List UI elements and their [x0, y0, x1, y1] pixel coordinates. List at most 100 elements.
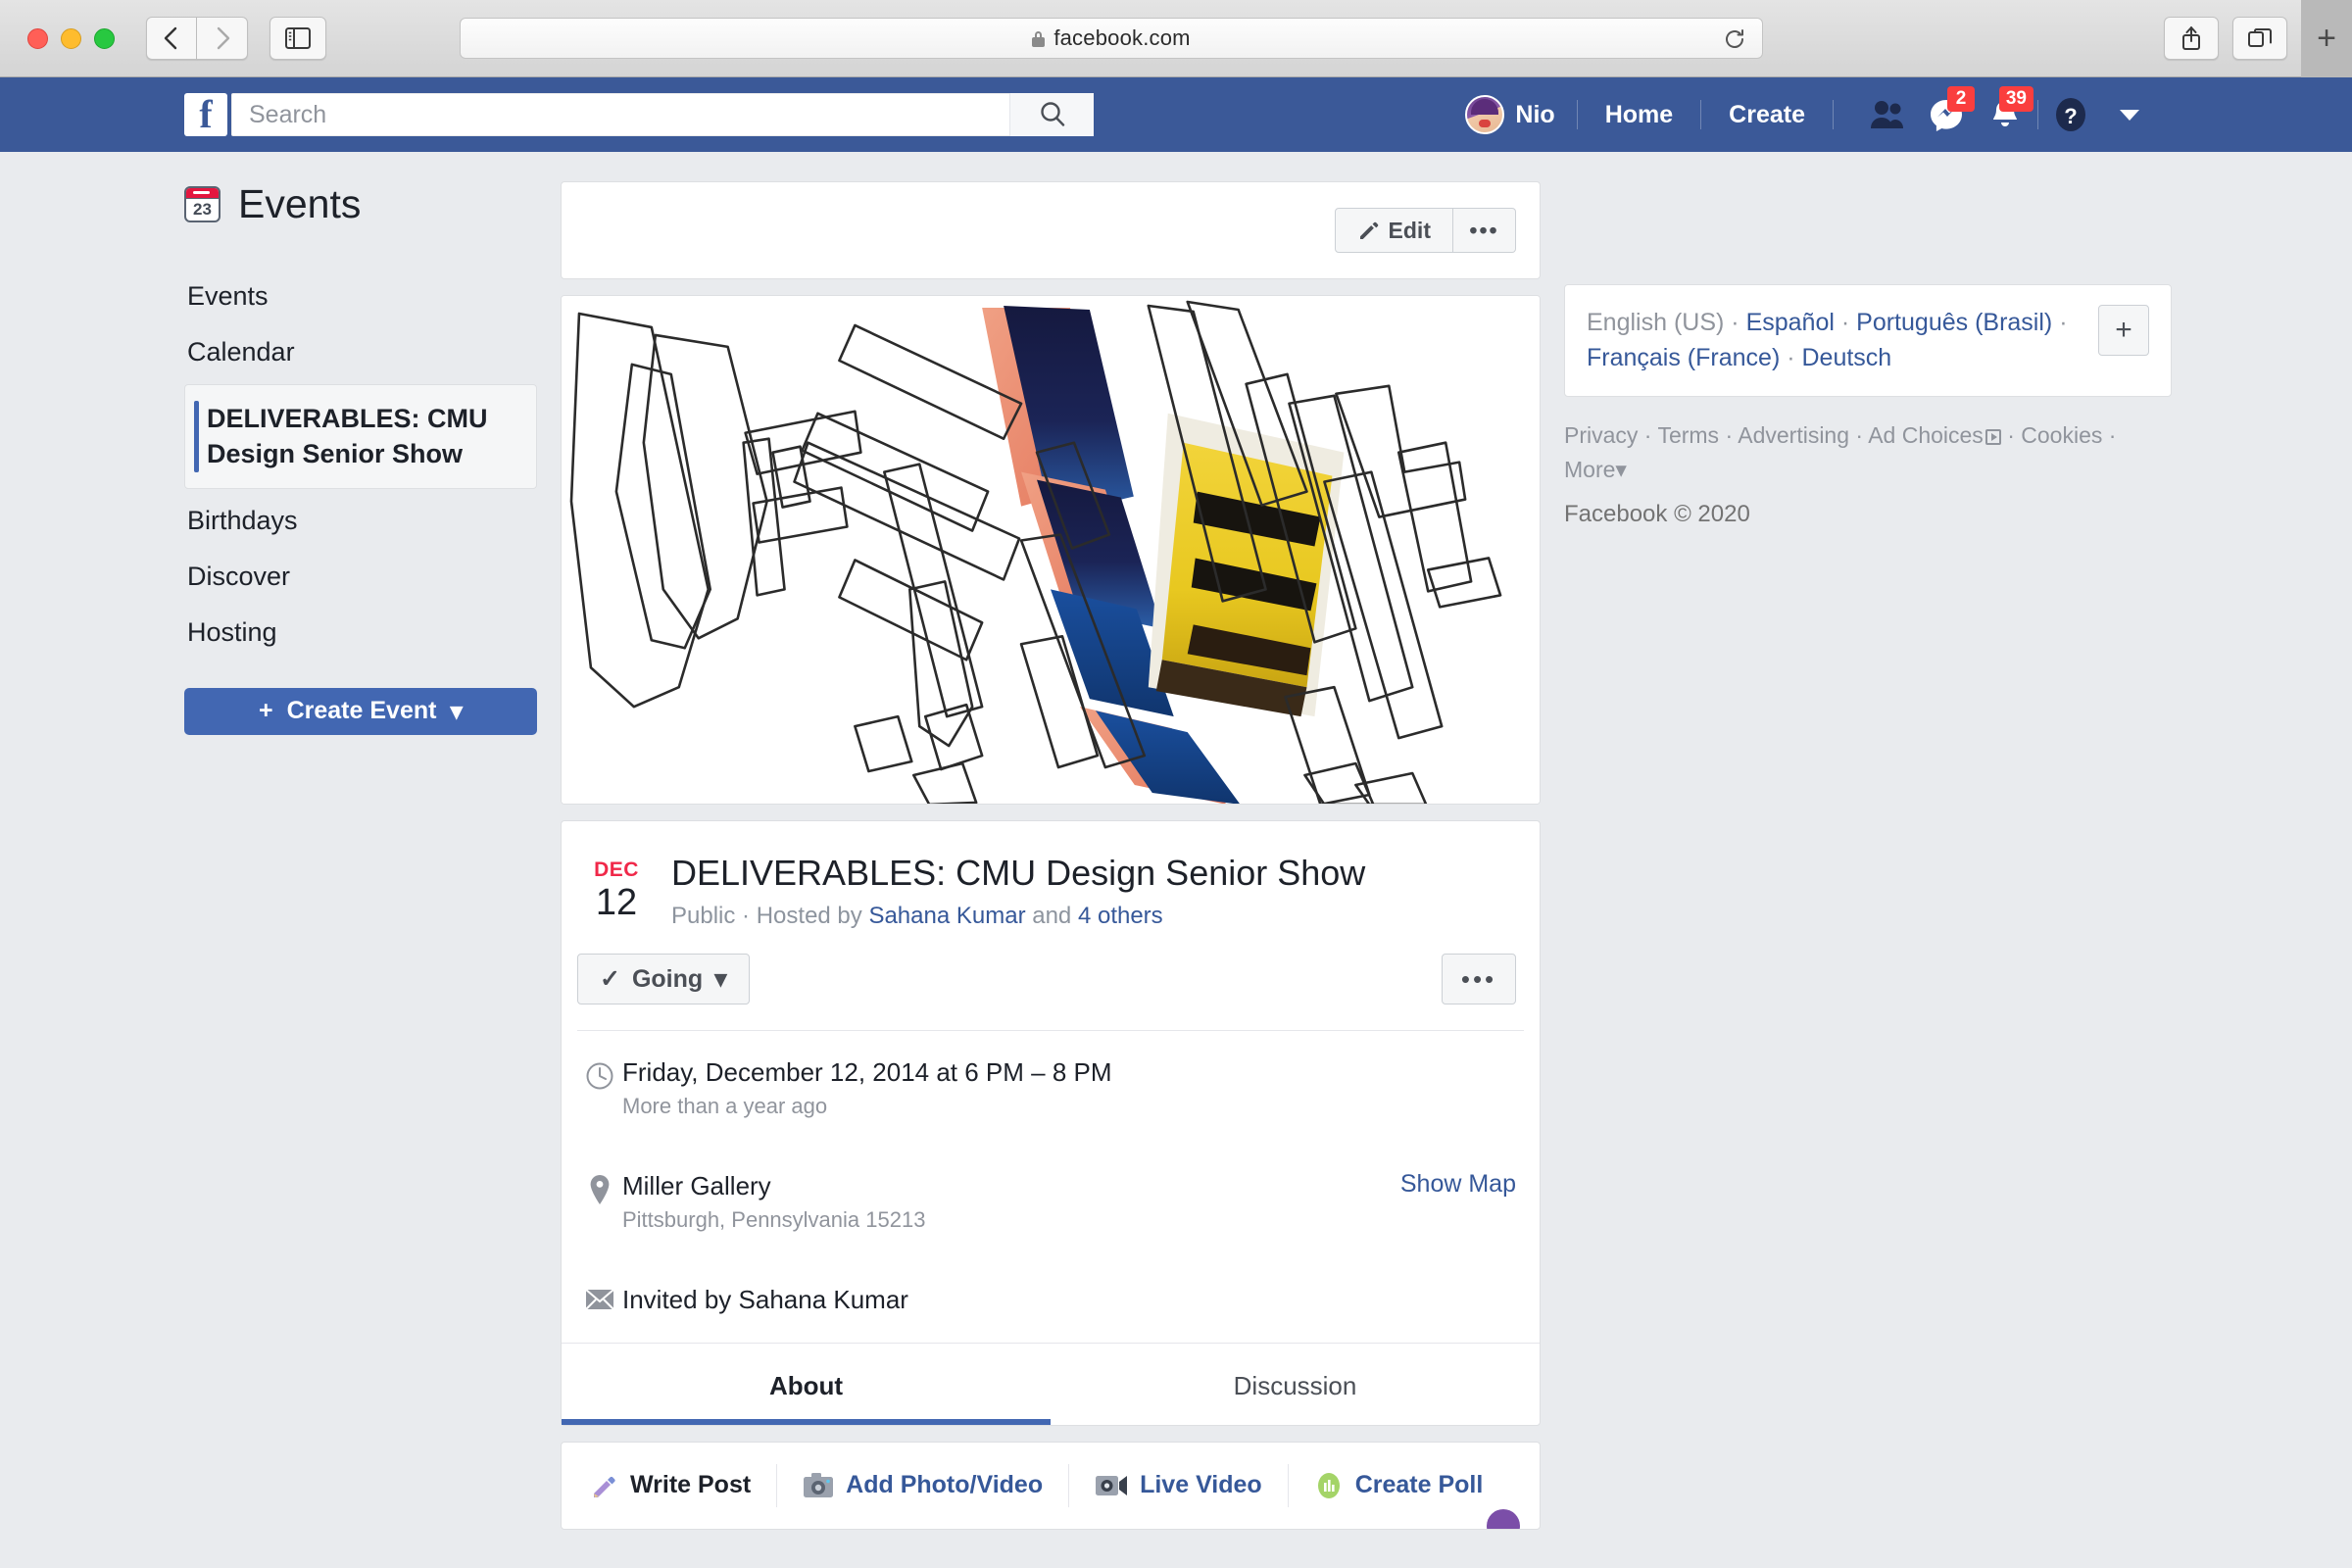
sidebar-item-birthdays[interactable]: Birthdays — [184, 493, 537, 549]
sidebar-item-current-event[interactable]: DELIVERABLES: CMU Design Senior Show — [184, 384, 537, 489]
tab-about[interactable]: About — [562, 1344, 1051, 1425]
calendar-icon: 23 — [184, 186, 220, 222]
new-tab-button[interactable]: + — [2301, 0, 2352, 77]
event-cover-card[interactable] — [561, 295, 1541, 805]
language-es[interactable]: Español — [1746, 309, 1835, 336]
maximize-window-button[interactable] — [94, 27, 115, 49]
live-video-button[interactable]: Live Video — [1069, 1471, 1288, 1499]
edit-button[interactable]: Edit — [1334, 208, 1453, 253]
friend-requests-icon — [1871, 101, 1903, 128]
composer-avatar — [1487, 1508, 1520, 1529]
footer-adchoices-link[interactable]: Ad Choices — [1868, 422, 1984, 448]
account-menu-button[interactable] — [2103, 90, 2156, 139]
window-traffic-lights — [27, 27, 115, 49]
create-event-button[interactable]: + Create Event ▾ — [184, 687, 537, 735]
pencil-icon — [1359, 221, 1378, 239]
event-cover-image — [562, 296, 1540, 804]
language-current: English (US) — [1587, 309, 1725, 336]
sidebar-toggle-button[interactable] — [270, 17, 326, 60]
browser-chrome: facebook.com + — [0, 0, 2352, 77]
navigation-buttons — [146, 17, 248, 60]
minimize-window-button[interactable] — [61, 27, 81, 49]
event-actions-card: Edit ••• — [561, 181, 1541, 279]
event-subtitle: Public · Hosted by Sahana Kumar and 4 ot… — [671, 903, 1163, 930]
rsvp-row: ✓ Going ▾ ••• — [562, 930, 1540, 1030]
search-submit-button[interactable] — [1009, 93, 1094, 136]
language-de[interactable]: Deutsch — [1802, 344, 1892, 371]
event-main-column: Edit ••• DEC 12 DELIVERABLES: CMU Design… — [561, 181, 1541, 1530]
url-text: facebook.com — [1054, 25, 1191, 50]
event-other-hosts-link[interactable]: 4 others — [1078, 903, 1163, 929]
event-title-block: DELIVERABLES: CMU Design Senior Show Pub… — [671, 853, 1365, 930]
check-icon: ✓ — [600, 965, 620, 994]
rsvp-going-button[interactable]: ✓ Going ▾ — [577, 954, 750, 1005]
nav-home-link[interactable]: Home — [1578, 101, 1700, 129]
footer-terms-link[interactable]: Terms — [1657, 422, 1719, 448]
address-bar[interactable]: facebook.com — [460, 18, 1763, 59]
navbar-right: Nio Home Create 2 39 ? — [1465, 86, 2156, 139]
tab-discussion[interactable]: Discussion — [1051, 1344, 1540, 1425]
envelope-icon-wrap — [577, 1284, 622, 1311]
sidebar-item-events[interactable]: Events — [184, 269, 537, 324]
hosted-by-label: Hosted by — [756, 903, 862, 930]
chevron-down-icon: ▾ — [714, 965, 727, 994]
camera-icon — [804, 1472, 834, 1497]
video-camera-icon — [1096, 1475, 1128, 1495]
back-button[interactable] — [146, 17, 197, 60]
event-options-button[interactable]: ••• — [1442, 954, 1516, 1005]
write-post-button[interactable]: Write Post — [583, 1471, 776, 1499]
event-more-button[interactable]: ••• — [1453, 208, 1516, 253]
close-window-button[interactable] — [27, 27, 48, 49]
event-tabs: About Discussion — [562, 1342, 1540, 1425]
search-bar[interactable] — [231, 93, 1094, 136]
share-button[interactable] — [2164, 17, 2219, 60]
show-map-link[interactable]: Show Map — [1400, 1170, 1516, 1199]
tabs-icon — [2248, 28, 2272, 47]
nav-create-link[interactable]: Create — [1701, 101, 1833, 129]
notifications-button[interactable]: 39 — [1979, 86, 2034, 139]
event-privacy: Public — [671, 903, 736, 930]
event-date-month: DEC — [594, 858, 639, 881]
add-photo-video-label: Add Photo/Video — [846, 1471, 1044, 1499]
messages-badge: 2 — [1947, 86, 1975, 112]
messages-button[interactable]: 2 — [1920, 86, 1975, 139]
create-poll-button[interactable]: Create Poll — [1289, 1471, 1509, 1500]
events-sidebar: 23 Events Events Calendar DELIVERABLES: … — [184, 181, 537, 735]
add-photo-video-button[interactable]: Add Photo/Video — [777, 1471, 1068, 1499]
forward-button[interactable] — [197, 17, 248, 60]
footer-cookies-link[interactable]: Cookies — [2021, 422, 2102, 448]
navbar-icon-group: 2 39 ? — [1834, 86, 2156, 139]
live-video-label: Live Video — [1140, 1471, 1262, 1499]
poll-icon — [1317, 1472, 1340, 1498]
help-button[interactable]: ? — [2044, 90, 2097, 139]
write-post-label: Write Post — [630, 1471, 752, 1499]
sidebar-item-hosting[interactable]: Hosting — [184, 605, 537, 661]
tabs-overview-button[interactable] — [2232, 17, 2287, 60]
language-fr[interactable]: Français (France) — [1587, 344, 1780, 371]
sidebar-item-discover[interactable]: Discover — [184, 549, 537, 605]
language-pt[interactable]: Português (Brasil) — [1856, 309, 2052, 336]
ad-choices-icon — [1984, 428, 2001, 445]
create-event-label: Create Event — [286, 697, 437, 725]
create-poll-label: Create Poll — [1354, 1471, 1484, 1499]
reload-button[interactable] — [1723, 27, 1746, 51]
right-sidebar: English (US) · Español · Português (Bras… — [1564, 284, 2172, 532]
language-list: English (US) · Español · Português (Bras… — [1587, 309, 2068, 372]
search-input[interactable] — [231, 94, 1009, 135]
footer-more-link[interactable]: More — [1564, 457, 1615, 482]
sidebar-item-calendar[interactable]: Calendar — [184, 324, 537, 380]
chevron-down-icon — [2120, 109, 2139, 121]
footer-advertising-link[interactable]: Advertising — [1738, 422, 1849, 448]
footer-privacy-link[interactable]: Privacy — [1564, 422, 1638, 448]
page-title: Events — [238, 181, 362, 226]
avatar — [1465, 95, 1505, 134]
facebook-logo[interactable]: f — [184, 93, 227, 136]
browser-right-controls: + — [2164, 0, 2352, 77]
profile-link[interactable]: Nio — [1465, 95, 1576, 134]
edit-label: Edit — [1388, 217, 1431, 243]
add-language-button[interactable]: + — [2098, 305, 2149, 356]
event-host-link[interactable]: Sahana Kumar — [868, 903, 1025, 929]
friend-requests-button[interactable] — [1861, 90, 1914, 139]
clock-icon-wrap — [577, 1056, 622, 1092]
event-invited-by-content: Invited by Sahana Kumar — [622, 1284, 1516, 1317]
